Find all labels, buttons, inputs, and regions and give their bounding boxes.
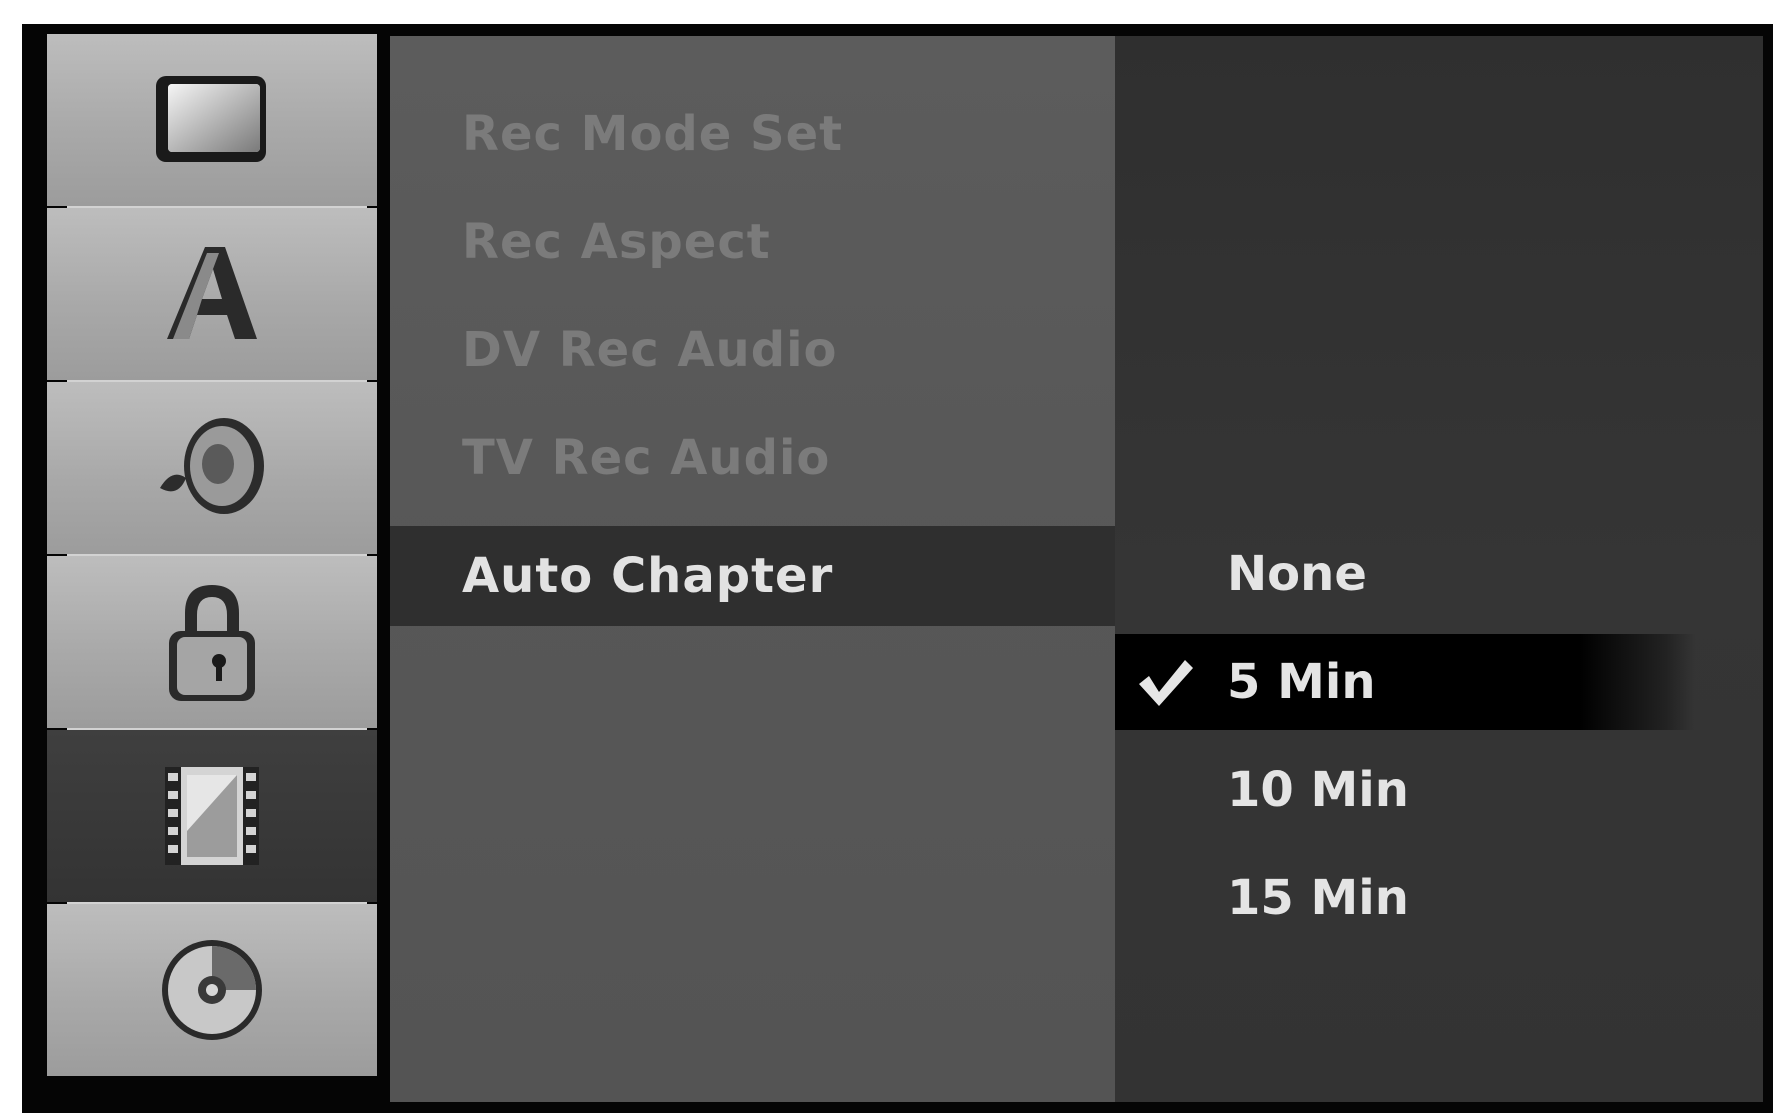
audio-icon bbox=[152, 408, 272, 528]
menu-item-auto-chapter[interactable]: Auto Chapter bbox=[390, 526, 1115, 626]
menu-item-rec-aspect[interactable]: Rec Aspect bbox=[390, 192, 1115, 292]
option-15-min[interactable]: 15 Min bbox=[1115, 850, 1695, 946]
language-icon bbox=[157, 239, 267, 349]
option-label: None bbox=[1227, 546, 1367, 602]
disc-icon bbox=[152, 930, 272, 1050]
checkmark-icon bbox=[1135, 652, 1195, 712]
setup-menu-panel: Rec Mode Set Rec Aspect DV Rec Audio TV … bbox=[390, 36, 1115, 1102]
menu-item-rec-mode-set[interactable]: Rec Mode Set bbox=[390, 84, 1115, 184]
recording-icon bbox=[157, 761, 267, 871]
option-label: 15 Min bbox=[1227, 870, 1409, 926]
option-none[interactable]: None bbox=[1115, 526, 1695, 622]
options-panel: None 5 Min 10 Min 15 Min bbox=[1115, 36, 1763, 1102]
sidebar-item-lock[interactable] bbox=[47, 556, 377, 728]
category-sidebar bbox=[47, 34, 377, 1102]
option-label: 5 Min bbox=[1227, 654, 1376, 710]
sidebar-item-recording[interactable] bbox=[47, 730, 377, 902]
menu-item-dv-rec-audio[interactable]: DV Rec Audio bbox=[390, 300, 1115, 400]
menu-item-tv-rec-audio[interactable]: TV Rec Audio bbox=[390, 408, 1115, 508]
menu-frame: Rec Mode Set Rec Aspect DV Rec Audio TV … bbox=[22, 24, 1773, 1113]
sidebar-item-audio[interactable] bbox=[47, 382, 377, 554]
option-5-min[interactable]: 5 Min bbox=[1115, 634, 1695, 730]
sidebar-item-language[interactable] bbox=[47, 208, 377, 380]
lock-icon bbox=[157, 577, 267, 707]
option-label: 10 Min bbox=[1227, 762, 1409, 818]
sidebar-item-disc[interactable] bbox=[47, 904, 377, 1076]
display-icon bbox=[152, 70, 272, 170]
sidebar-item-display[interactable] bbox=[47, 34, 377, 206]
option-10-min[interactable]: 10 Min bbox=[1115, 742, 1695, 838]
